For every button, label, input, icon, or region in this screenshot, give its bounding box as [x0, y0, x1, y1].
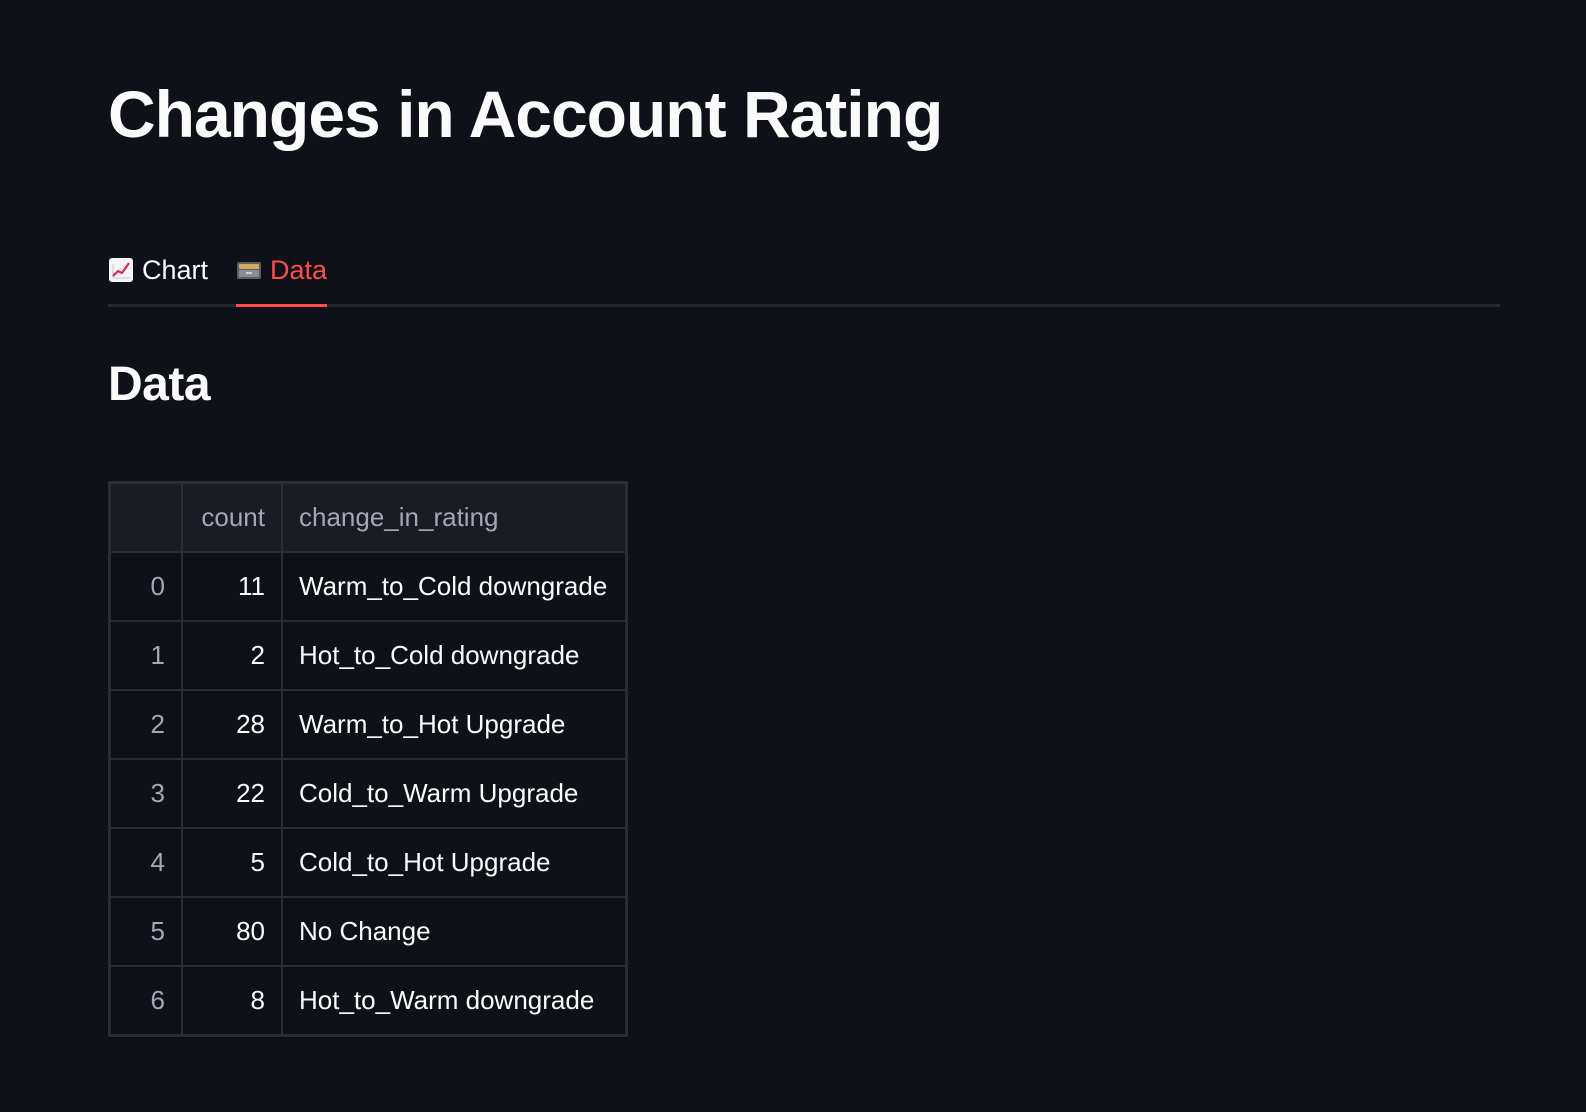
column-header-change-in-rating[interactable]: change_in_rating	[281, 481, 628, 553]
data-table: count change_in_rating 0 11 Warm_to_Cold…	[108, 481, 628, 1037]
change-in-rating-cell[interactable]: Hot_to_Warm downgrade	[281, 965, 628, 1037]
chart-increasing-icon	[109, 258, 133, 282]
count-cell[interactable]: 28	[181, 689, 283, 760]
change-in-rating-cell[interactable]: No Change	[281, 896, 628, 967]
section-title: Data	[108, 358, 211, 411]
card-file-box-icon	[237, 262, 261, 279]
table-row: 1 2 Hot_to_Cold downgrade	[108, 620, 628, 691]
page-title: Changes in Account Rating	[108, 77, 943, 151]
change-in-rating-cell[interactable]: Hot_to_Cold downgrade	[281, 620, 628, 691]
tab-data[interactable]: Data	[236, 236, 328, 307]
change-in-rating-cell[interactable]: Warm_to_Cold downgrade	[281, 551, 628, 622]
column-header-index[interactable]	[108, 481, 183, 553]
table-header-row: count change_in_rating	[108, 481, 628, 553]
count-cell[interactable]: 80	[181, 896, 283, 967]
row-index: 6	[108, 965, 183, 1037]
tab-chart-label: Chart	[142, 254, 209, 285]
tab-bar: Chart Data	[108, 236, 1500, 307]
row-index: 1	[108, 620, 183, 691]
count-cell[interactable]: 2	[181, 620, 283, 691]
table-row: 5 80 No Change	[108, 896, 628, 967]
change-in-rating-cell[interactable]: Warm_to_Hot Upgrade	[281, 689, 628, 760]
table-row: 3 22 Cold_to_Warm Upgrade	[108, 758, 628, 829]
row-index: 2	[108, 689, 183, 760]
count-cell[interactable]: 8	[181, 965, 283, 1037]
table-row: 2 28 Warm_to_Hot Upgrade	[108, 689, 628, 760]
tab-data-label: Data	[270, 254, 328, 285]
row-index: 0	[108, 551, 183, 622]
count-cell[interactable]: 11	[181, 551, 283, 622]
column-header-count[interactable]: count	[181, 481, 283, 553]
count-cell[interactable]: 22	[181, 758, 283, 829]
count-cell[interactable]: 5	[181, 827, 283, 898]
change-in-rating-cell[interactable]: Cold_to_Warm Upgrade	[281, 758, 628, 829]
row-index: 3	[108, 758, 183, 829]
table-row: 6 8 Hot_to_Warm downgrade	[108, 965, 628, 1037]
row-index: 4	[108, 827, 183, 898]
change-in-rating-cell[interactable]: Cold_to_Hot Upgrade	[281, 827, 628, 898]
table-row: 4 5 Cold_to_Hot Upgrade	[108, 827, 628, 898]
tab-chart[interactable]: Chart	[108, 236, 208, 304]
row-index: 5	[108, 896, 183, 967]
table-row: 0 11 Warm_to_Cold downgrade	[108, 551, 628, 622]
